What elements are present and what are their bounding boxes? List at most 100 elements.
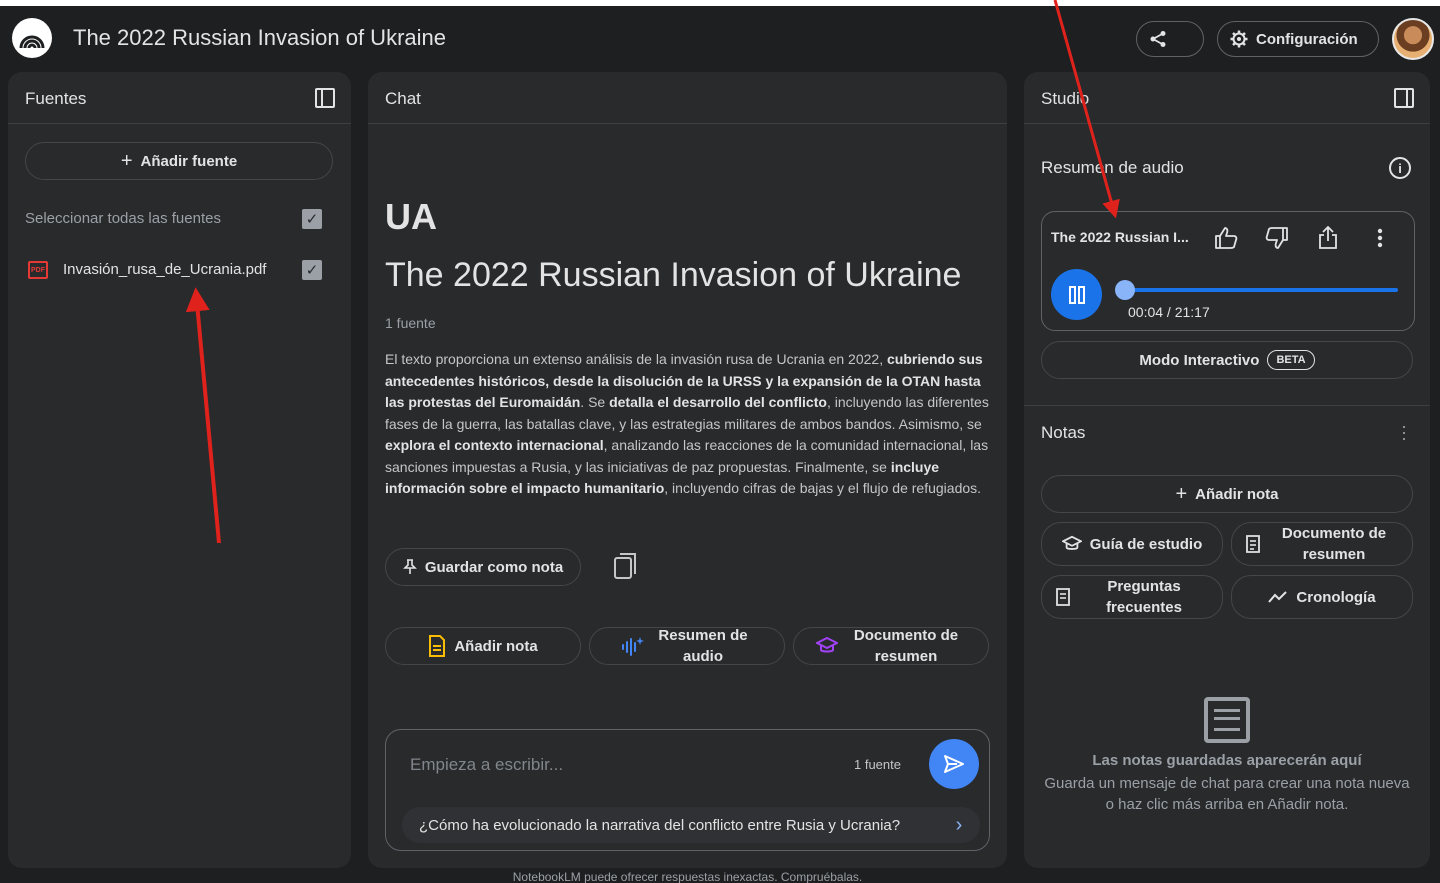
- source-name: Invasión_rusa_de_Ucrania.pdf: [63, 261, 267, 278]
- send-icon: [944, 755, 964, 773]
- source-count: 1 fuente: [385, 315, 436, 331]
- add-note-label: Añadir nota: [1195, 485, 1279, 503]
- sources-title: Fuentes: [25, 89, 87, 108]
- collapse-studio-icon[interactable]: [1394, 88, 1414, 108]
- studio-header: Studio: [1024, 72, 1430, 124]
- add-source-button[interactable]: + Añadir fuente: [25, 142, 333, 180]
- info-icon[interactable]: i: [1389, 157, 1411, 179]
- chat-add-note-button[interactable]: Añadir nota: [385, 627, 581, 665]
- upload-share-icon[interactable]: [1314, 224, 1342, 252]
- summary-text: , incluyendo cifras de bajas y el flujo …: [664, 480, 982, 496]
- audio-summary-button[interactable]: Resumen de audio: [589, 627, 785, 665]
- audio-player-card: The 2022 Russian I... 00:04 / 21:17: [1041, 211, 1415, 331]
- save-as-note-button[interactable]: Guardar como nota: [385, 548, 581, 586]
- briefing-doc-button[interactable]: Documento de resumen: [1231, 522, 1413, 566]
- gear-icon: [1230, 30, 1248, 48]
- select-all-label: Seleccionar todas las fuentes: [25, 210, 221, 227]
- suggested-question-text: ¿Cómo ha evolucionado la narrativa del c…: [419, 816, 901, 834]
- plus-icon: +: [120, 149, 133, 172]
- pause-button[interactable]: [1051, 269, 1102, 320]
- doc-summary-icon: [1246, 535, 1260, 553]
- studio-title: Studio: [1041, 89, 1090, 108]
- add-source-label: Añadir fuente: [140, 152, 238, 170]
- pdf-icon: PDF: [28, 261, 48, 279]
- thumbs-up-icon[interactable]: [1212, 224, 1240, 252]
- pause-icon: [1068, 285, 1085, 304]
- faq-button[interactable]: Preguntas frecuentes: [1041, 575, 1223, 619]
- faq-icon: [1056, 588, 1070, 606]
- audio-progress-track[interactable]: [1124, 288, 1398, 292]
- divider: [1024, 405, 1430, 406]
- interactive-mode-label: Modo Interactivo: [1139, 351, 1260, 369]
- notebooklm-logo[interactable]: [12, 18, 52, 58]
- copy-icon[interactable]: [614, 553, 636, 579]
- faq-label: Preguntas frecuentes: [1106, 578, 1182, 616]
- summary-document-button[interactable]: Documento de resumen: [793, 627, 989, 665]
- briefing-doc-label: Documento de resumen: [1281, 525, 1387, 563]
- more-options-icon[interactable]: [1366, 224, 1394, 252]
- sources-header: Fuentes: [8, 72, 351, 124]
- plus-icon: +: [1175, 482, 1188, 505]
- share-icon: [1150, 31, 1166, 47]
- settings-label: Configuración: [1256, 30, 1358, 48]
- disclaimer-footer: NotebookLM puede ofrecer respuestas inex…: [512, 870, 863, 883]
- source-item[interactable]: PDF Invasión_rusa_de_Ucrania.pdf: [25, 258, 335, 282]
- thumbs-down-svg: [1265, 227, 1288, 249]
- studio-panel: Studio Resumen de audio i The 2022 Russi…: [1024, 72, 1430, 868]
- collapse-sources-icon[interactable]: [315, 88, 335, 108]
- empty-notes-title: Las notas guardadas aparecerán aquí: [1092, 752, 1362, 769]
- add-note-button[interactable]: + Añadir nota: [1041, 475, 1413, 513]
- thumbs-down-icon[interactable]: [1263, 224, 1291, 252]
- empty-notes-icon: [1204, 697, 1250, 743]
- timeline-button[interactable]: Cronología: [1231, 575, 1413, 619]
- timeline-label: Cronología: [1296, 588, 1376, 606]
- source-checkbox[interactable]: ✓: [302, 260, 322, 280]
- notebook-emoji: UA: [385, 196, 437, 237]
- graduation-cap-icon: [816, 636, 838, 653]
- audio-summary-label: Resumen de audio: [658, 627, 748, 665]
- chat-add-note-label: Añadir nota: [454, 637, 538, 655]
- graduation-cap-icon: [1061, 535, 1082, 550]
- notebooklm-logo-icon: [19, 35, 45, 49]
- notebook-overview: UA The 2022 Russian Invasion of Ukraine …: [385, 196, 989, 500]
- note-icon: [429, 635, 446, 657]
- study-guide-label: Guía de estudio: [1089, 535, 1203, 553]
- timeline-icon: [1268, 591, 1288, 603]
- chat-input-box[interactable]: Empieza a escribir... 1 fuente ¿Cómo ha …: [385, 729, 990, 851]
- chat-input-placeholder[interactable]: Empieza a escribir...: [410, 755, 563, 775]
- notebook-title[interactable]: The 2022 Russian Invasion of Ukraine: [73, 25, 446, 51]
- audio-wave-icon: [622, 637, 644, 656]
- pin-icon: [402, 559, 417, 574]
- audio-summary-title: Resumen de audio: [1041, 158, 1184, 177]
- chevron-right-icon[interactable]: ›: [946, 812, 972, 838]
- save-as-note-label: Guardar como nota: [424, 558, 564, 576]
- thumbs-up-svg: [1215, 227, 1238, 249]
- chat-title: Chat: [385, 89, 421, 108]
- interactive-mode-button[interactable]: Modo Interactivo BETA: [1041, 341, 1413, 379]
- notebook-heading: The 2022 Russian Invasion of Ukraine: [385, 256, 962, 294]
- summary-bold: explora el contexto internacional: [385, 437, 604, 453]
- suggested-question[interactable]: ¿Cómo ha evolucionado la narrativa del c…: [402, 807, 980, 843]
- settings-button[interactable]: Configuración: [1217, 21, 1379, 57]
- kebab-svg: [1377, 228, 1383, 248]
- user-avatar[interactable]: [1392, 18, 1434, 60]
- upload-share-svg: [1319, 226, 1337, 249]
- notebook-summary: El texto proporciona un extenso análisis…: [385, 349, 989, 500]
- empty-notes-description: Guarda un mensaje de chat para crear una…: [1044, 775, 1410, 813]
- summary-text: . Se: [580, 394, 610, 410]
- chat-panel: Chat UA The 2022 Russian Invasion of Ukr…: [368, 72, 1007, 868]
- share-button[interactable]: [1136, 21, 1204, 57]
- summary-text: El texto proporciona un extenso análisis…: [385, 351, 887, 367]
- input-source-count: 1 fuente: [854, 757, 901, 772]
- select-all-checkbox[interactable]: ✓: [302, 209, 322, 229]
- send-button[interactable]: [929, 739, 979, 789]
- summary-bold: detalla el desarrollo del conflicto: [609, 394, 827, 410]
- chat-header: Chat: [368, 72, 1007, 124]
- summary-document-label: Documento de resumen: [853, 627, 959, 665]
- audio-progress-handle[interactable]: [1114, 280, 1135, 300]
- study-guide-button[interactable]: Guía de estudio: [1041, 522, 1223, 566]
- audio-time: 00:04 / 21:17: [1128, 304, 1210, 320]
- app-header: The 2022 Russian Invasion of Ukraine Con…: [0, 6, 1440, 68]
- sources-panel: Fuentes + Añadir fuente Seleccionar toda…: [8, 72, 351, 868]
- notes-more-icon[interactable]: · · ·: [1399, 417, 1409, 447]
